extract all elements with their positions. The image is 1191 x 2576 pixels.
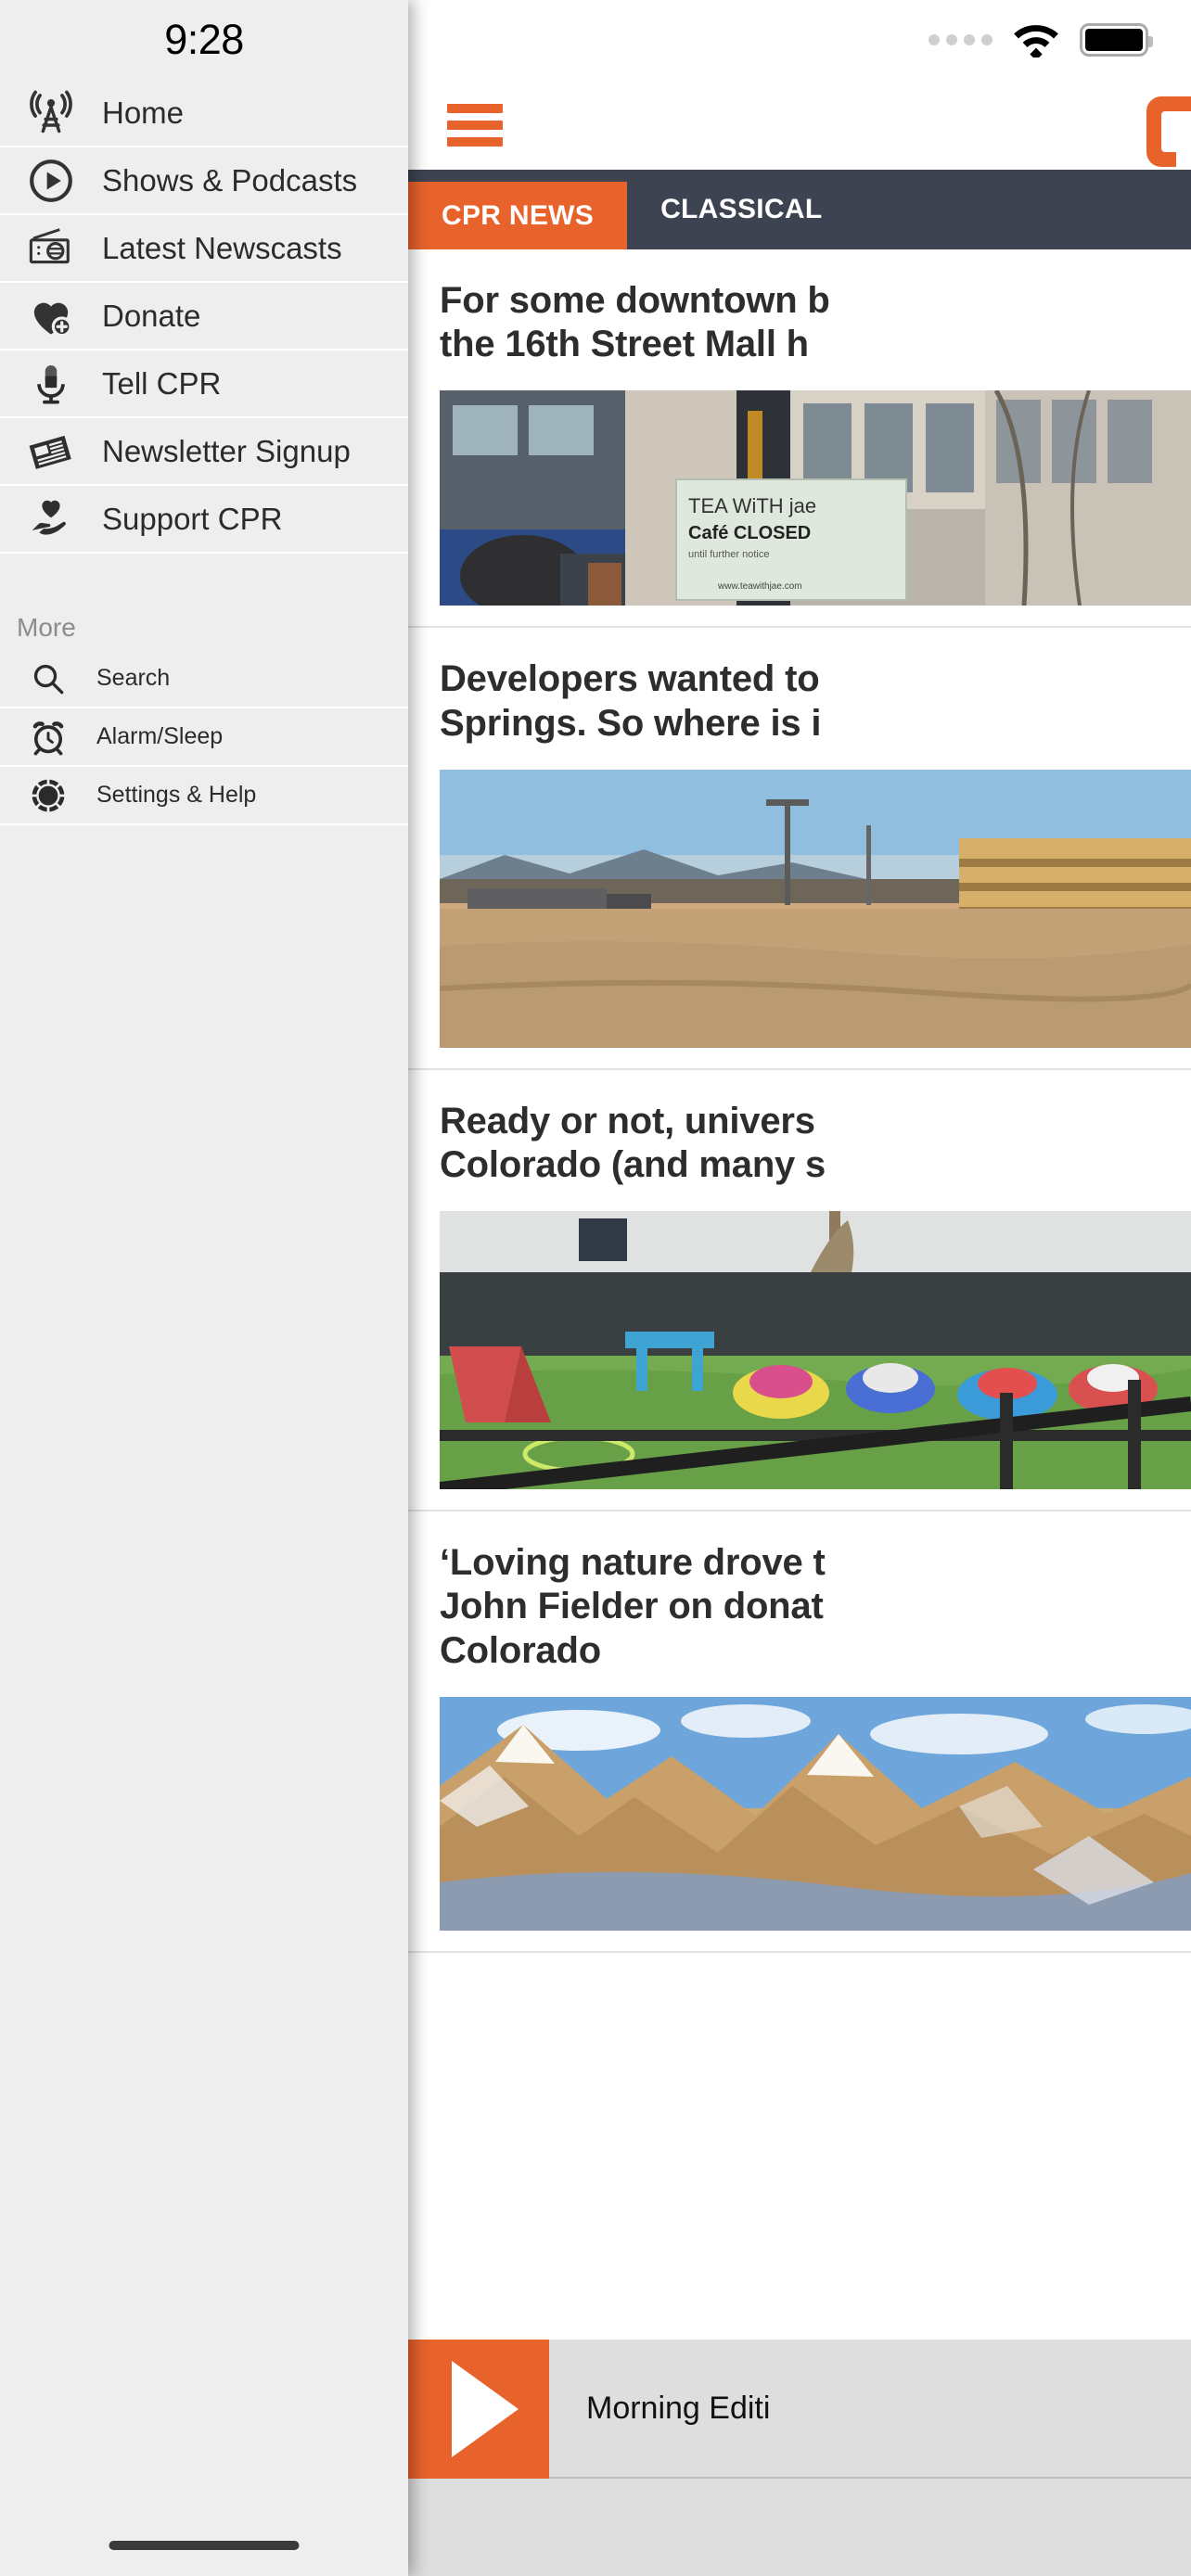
svg-text:?: ? [44,788,53,805]
article-thumbnail: TEA WiTH jae Café CLOSED until further n… [440,390,1191,606]
sidebar-item-label: Donate [102,298,201,333]
svg-text:TEA WiTH jae: TEA WiTH jae [688,494,816,517]
sidebar-item-shows-podcasts[interactable]: Shows & Podcasts [0,147,408,215]
sidebar-item-label: Tell CPR [102,365,222,401]
sidebar-item-search[interactable]: Search [0,650,408,708]
sidebar-item-label: Latest Newscasts [102,230,342,265]
sidebar-item-label: Settings & Help [96,782,257,808]
more-label: More [17,613,76,642]
sidebar-item-label: Newsletter Signup [102,433,351,468]
play-button[interactable] [408,2340,549,2479]
app-bar [408,80,1191,170]
sidebar-item-label: Home [102,95,185,130]
heart-plus-icon [0,292,102,340]
wifi-icon [1009,19,1063,62]
sidebar-item-alarm-sleep[interactable]: Alarm/Sleep [0,708,408,767]
cpr-logo-icon [1146,96,1191,181]
article-card[interactable]: For some downtown b the 16th Street Mall… [408,249,1191,629]
sidebar-item-latest-newscasts[interactable]: Latest Newscasts [0,215,408,283]
radio-icon [0,223,102,274]
now-playing-info[interactable]: Morning Editi [549,2340,1191,2479]
clock-label: 9:28 [164,16,244,63]
tab-bar: CPR NEWS CLASSICAL [408,170,1191,249]
article-title: For some downtown b the 16th Street Mall… [440,280,830,365]
hamburger-menu-icon[interactable] [447,103,503,147]
article-card[interactable]: Ready or not, univers Colorado (and many… [408,1069,1191,1512]
article-card[interactable]: ‘Loving nature drove t John Fielder on d… [408,1511,1191,1953]
article-thumbnail [440,1211,1191,1490]
play-icon [452,2361,519,2457]
tab-label: CPR NEWS [442,199,595,231]
article-title: Developers wanted to Springs. So where i… [440,658,822,744]
sidebar-item-label: Support CPR [102,501,283,536]
sidebar-item-settings-help[interactable]: ? Settings & Help [0,767,408,825]
sidebar-item-support-cpr[interactable]: Support CPR [0,486,408,554]
tab-classical[interactable]: CLASSICAL [627,170,855,249]
sidebar-item-newsletter-signup[interactable]: Newsletter Signup [0,418,408,486]
article-card[interactable]: Developers wanted to Springs. So where i… [408,628,1191,1070]
article-feed: For some downtown b the 16th Street Mall… [408,249,1191,1953]
help-circle-icon: ? [0,775,96,816]
sidebar-item-tell-cpr[interactable]: Tell CPR [0,351,408,418]
hand-heart-icon [0,494,102,544]
signal-dots-icon [928,34,992,45]
alarm-clock-icon [0,717,96,758]
svg-text:Café CLOSED: Café CLOSED [688,523,811,543]
article-thumbnail [440,769,1191,1048]
main-content-panel: CPR NEWS CLASSICAL For some downtown b t… [408,0,1191,2576]
play-circle-icon [0,157,102,205]
sidebar-item-donate[interactable]: Donate [0,283,408,351]
sidebar-item-home[interactable]: Home [0,80,408,147]
sidebar-item-label: Alarm/Sleep [96,723,224,749]
more-section-header: More [0,554,408,650]
newspaper-icon [0,427,102,477]
article-title: Ready or not, univers Colorado (and many… [440,1100,826,1185]
svg-text:until further notice: until further notice [688,549,769,560]
battery-icon [1080,23,1153,57]
article-title: ‘Loving nature drove t John Fielder on d… [440,1542,826,1671]
navigation-drawer: 9:28 Home Shows & Podcasts Latest Newsca… [0,0,408,2576]
audio-player-bar: Morning Editi [408,2340,1191,2479]
drawer-empty-space [0,825,408,2049]
status-bar-icons [408,0,1191,80]
microphone-icon [0,361,102,407]
bottom-strip [408,2479,1191,2576]
svg-text:www.teawithjae.com: www.teawithjae.com [717,581,802,592]
drawer-menu-list: Home Shows & Podcasts Latest Newscasts D… [0,80,408,2049]
search-icon [0,659,96,698]
sidebar-item-label: Search [96,665,171,691]
tab-label: CLASSICAL [660,194,823,224]
tab-cpr-news[interactable]: CPR NEWS [408,182,628,249]
article-thumbnail [440,1696,1191,1931]
now-playing-label: Morning Editi [586,2390,771,2426]
sidebar-item-label: Shows & Podcasts [102,162,358,198]
home-indicator [109,2541,300,2550]
broadcast-tower-icon [0,89,102,137]
status-bar-clock: 9:28 [0,0,408,80]
